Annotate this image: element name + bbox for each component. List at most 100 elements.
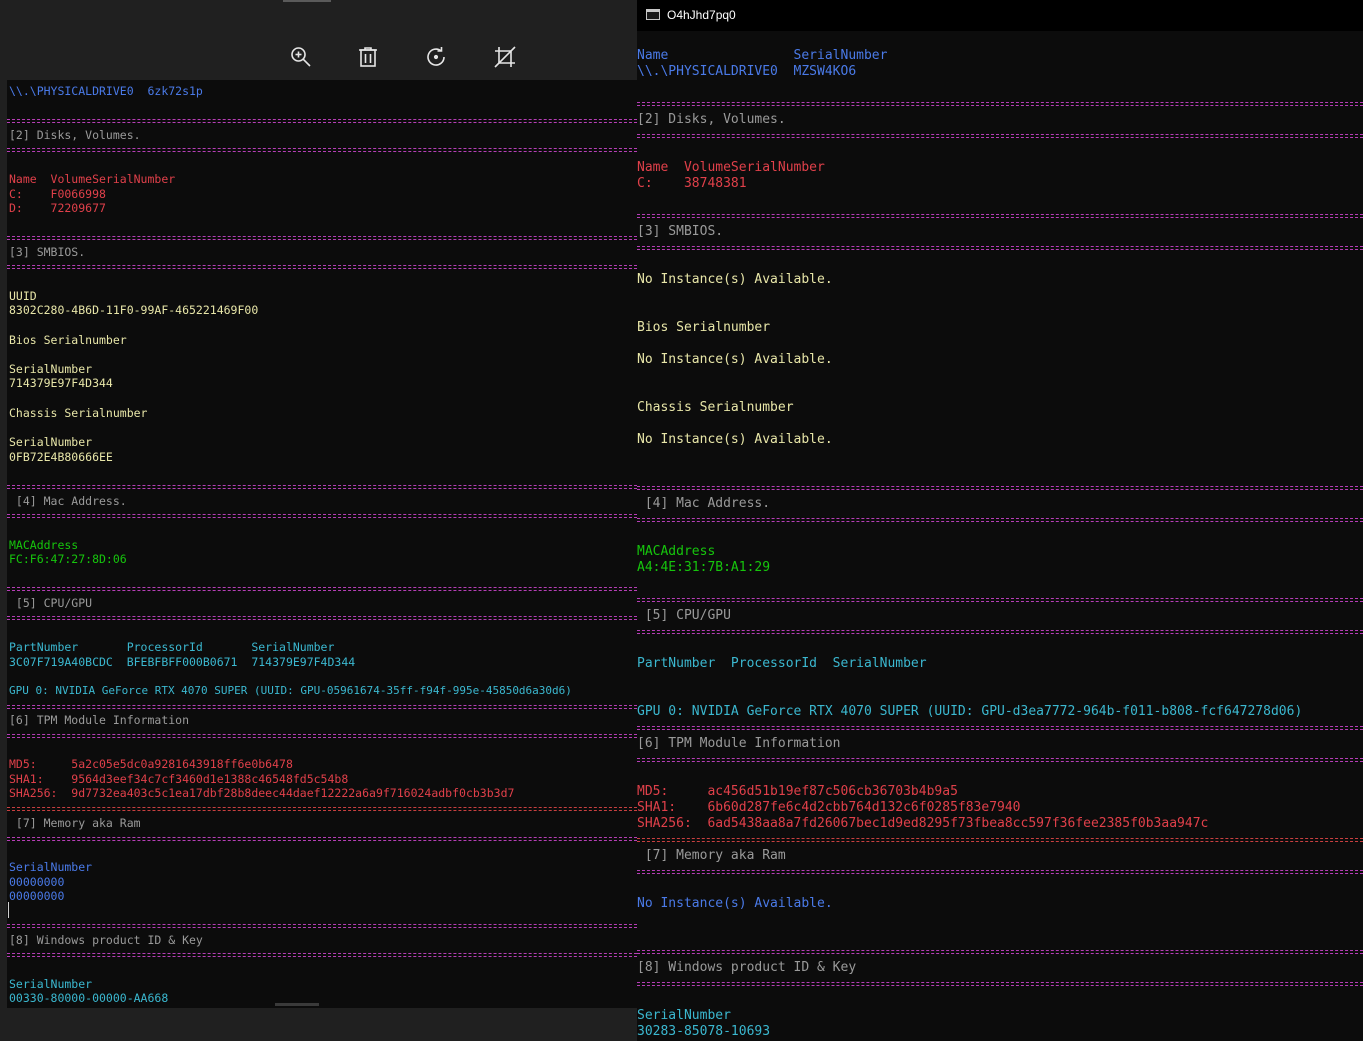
console-title: O4hJhd7pq0 [667, 8, 736, 22]
section-header-smbios: [3] SMBIOS. [9, 245, 86, 259]
cpu-values: 3C07F719A40BCDC BFEBFBFF000B0671 714379E… [9, 655, 356, 669]
separator [637, 726, 1363, 730]
separator [7, 924, 637, 928]
separator [637, 950, 1363, 954]
viewer-bottom-bar [0, 1008, 637, 1041]
volume-d: D: 72209677 [9, 201, 106, 215]
smbios-uuid-none: No Instance(s) Available. [637, 272, 833, 287]
separator [637, 838, 1363, 842]
section-header-memory: [7] Memory aka Ram [637, 848, 786, 863]
separator [7, 119, 637, 123]
memory-value-2: 00000000 [9, 889, 65, 903]
windows-value: 30283-85078-10693 [637, 1024, 771, 1039]
mac-label: MACAddress [637, 544, 716, 559]
separator [7, 148, 637, 152]
cpu-columns: PartNumber ProcessorId SerialNumber [637, 656, 927, 671]
separator [637, 214, 1363, 218]
bios-serial-label: SerialNumber [9, 362, 93, 376]
separator [637, 246, 1363, 250]
rotate-icon[interactable] [421, 42, 451, 72]
separator [7, 837, 637, 841]
console-output[interactable]: Name SerialNumber \\.\PHYSICALDRIVE0 MZS… [637, 31, 1363, 1041]
separator [7, 485, 637, 489]
console-app-icon [646, 9, 660, 20]
screenshot-image: \\.\PHYSICALDRIVE0 6zk72s1p [2] Disks, V… [7, 80, 637, 1008]
section-header-mac: [4] Mac Address. [637, 496, 771, 511]
separator [637, 134, 1363, 138]
mac-label: MACAddress [9, 538, 79, 552]
chassis-serial-label: SerialNumber [9, 435, 93, 449]
drive-values: \\.\PHYSICALDRIVE0 MZSW4KO6 [637, 64, 857, 79]
chassis-label: Chassis Serialnumber [637, 400, 794, 415]
tpm-sha256: SHA256: 6ad5438aa8a7fd26067bec1d9ed8295f… [637, 816, 1209, 831]
crop-icon[interactable] [490, 42, 520, 72]
volume-header: Name VolumeSerialNumber [9, 172, 176, 186]
drive-columns: Name SerialNumber [637, 48, 888, 63]
gpu-line: GPU 0: NVIDIA GeForce RTX 4070 SUPER (UU… [9, 684, 572, 697]
chassis-none: No Instance(s) Available. [637, 432, 833, 447]
tpm-sha1: SHA1: 9564d3eef34c7cf3460d1e1388c46548fd… [9, 772, 349, 786]
separator [7, 734, 637, 738]
separator [7, 265, 637, 269]
section-header-tpm: [6] TPM Module Information [637, 736, 841, 751]
separator [637, 982, 1363, 986]
separator [637, 518, 1363, 522]
text-cursor [8, 902, 9, 918]
section-header-cpu: [5] CPU/GPU [637, 608, 731, 623]
console-window: O4hJhd7pq0 Name SerialNumber \\.\PHYSICA… [637, 0, 1363, 1041]
viewer-title-bar[interactable] [0, 0, 637, 32]
delete-icon[interactable] [353, 42, 383, 72]
volume-c: C: 38748381 [637, 176, 747, 191]
chassis-label: Chassis Serialnumber [9, 406, 148, 420]
uuid-label: UUID [9, 289, 37, 303]
separator [7, 236, 637, 240]
gpu-line: GPU 0: NVIDIA GeForce RTX 4070 SUPER (UU… [637, 704, 1303, 719]
separator [7, 807, 637, 811]
tpm-sha1: SHA1: 6b60d287fe6c4d2cbb764d132c6f0285f8… [637, 800, 1021, 815]
volume-header: Name VolumeSerialNumber [637, 160, 825, 175]
section-header-smbios: [3] SMBIOS. [637, 224, 724, 239]
section-header-windows: [8] Windows product ID & Key [9, 933, 203, 947]
chassis-serial-value: 0FB72E4B80666EE [9, 450, 113, 464]
memory-label: SerialNumber [9, 860, 93, 874]
console-title-bar[interactable]: O4hJhd7pq0 [637, 0, 1363, 31]
cpu-columns: PartNumber ProcessorId SerialNumber [9, 640, 335, 654]
section-header-windows: [8] Windows product ID & Key [637, 960, 857, 975]
separator [637, 870, 1363, 874]
mac-value: A4:4E:31:7B:A1:29 [637, 560, 771, 575]
photo-viewer-window: \\.\PHYSICALDRIVE0 6zk72s1p [2] Disks, V… [0, 0, 637, 1041]
separator [637, 630, 1363, 634]
bios-serial-value: 714379E97F4D344 [9, 376, 113, 390]
tpm-md5: MD5: ac456d51b19ef87c506cb36703b4b9a5 [637, 784, 958, 799]
windows-value: 00330-80000-00000-AA668 [9, 991, 169, 1005]
section-header-disks: [2] Disks, Volumes. [9, 128, 141, 142]
volume-c: C: F0066998 [9, 187, 106, 201]
separator [637, 758, 1363, 762]
separator [637, 486, 1363, 490]
separator [7, 705, 637, 709]
separator [637, 102, 1363, 106]
bios-label: Bios Serialnumber [637, 320, 771, 335]
section-header-mac: [4] Mac Address. [9, 494, 127, 508]
bios-none: No Instance(s) Available. [637, 352, 833, 367]
drag-handle[interactable] [283, 0, 331, 2]
tpm-sha256: SHA256: 9d7732ea403c5c1ea17dbf28b8deec44… [9, 786, 515, 800]
memory-none: No Instance(s) Available. [637, 896, 833, 911]
mac-value: FC:F6:47:27:8D:06 [9, 552, 127, 566]
section-header-disks: [2] Disks, Volumes. [637, 112, 786, 127]
zoom-in-icon[interactable] [286, 42, 316, 72]
bios-label: Bios Serialnumber [9, 333, 127, 347]
separator [7, 587, 637, 591]
viewer-toolbar [0, 32, 637, 80]
separator [637, 598, 1363, 602]
section-header-tpm: [6] TPM Module Information [9, 713, 190, 727]
tpm-md5: MD5: 5a2c05e5dc0a9281643918ff6e0b6478 [9, 757, 293, 771]
windows-label: SerialNumber [9, 977, 93, 991]
separator [7, 953, 637, 957]
separator [7, 514, 637, 518]
drive-line: \\.\PHYSICALDRIVE0 6zk72s1p [9, 84, 203, 98]
image-scrollbar[interactable] [275, 1003, 319, 1006]
uuid-value: 8302C280-4B6D-11F0-99AF-465221469F00 [9, 303, 259, 317]
section-header-cpu: [5] CPU/GPU [9, 596, 93, 610]
separator [7, 616, 637, 620]
